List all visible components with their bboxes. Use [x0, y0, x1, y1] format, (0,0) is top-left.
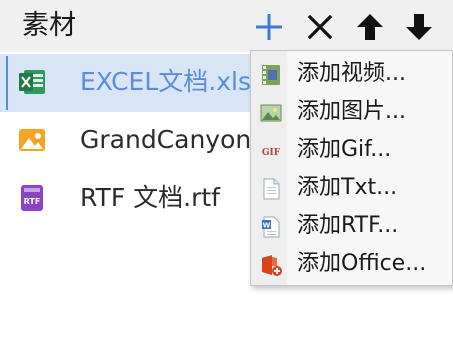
menu-item-label: 添加Office... [297, 251, 427, 276]
remove-button[interactable] [305, 12, 335, 42]
arrow-up-icon [357, 14, 383, 40]
material-panel: 素材 EXCEL文档.xlsx GrandCanyon RTF RTF 文档.r… [0, 0, 453, 351]
rtf-file-icon: RTF [21, 185, 43, 211]
file-name: RTF 文档.rtf [80, 183, 220, 212]
menu-item-label: 添加图片... [297, 99, 406, 124]
video-icon [262, 65, 280, 85]
office-icon [262, 255, 282, 276]
add-dropdown-menu: 添加视频... 添加图片... GIF 添加Gif... 添加Txt... W … [250, 50, 453, 286]
menu-item-add-video[interactable]: 添加视频... [251, 55, 452, 93]
image-file-icon [19, 129, 45, 151]
panel-title: 素材 [22, 10, 76, 41]
menu-item-label: 添加Gif... [297, 137, 392, 162]
file-name: EXCEL文档.xlsx [80, 67, 266, 96]
menu-item-add-office[interactable]: 添加Office... [251, 245, 452, 283]
svg-text:RTF: RTF [24, 197, 41, 206]
close-icon [307, 14, 333, 40]
file-name: GrandCanyon [80, 125, 252, 154]
move-up-button[interactable] [355, 12, 385, 42]
rtf-document-icon: W [262, 216, 280, 238]
menu-item-label: 添加RTF... [297, 213, 399, 238]
add-button[interactable] [252, 12, 286, 52]
svg-text:GIF: GIF [262, 148, 281, 158]
panel-header: 素材 [0, 0, 453, 52]
menu-item-add-picture[interactable]: 添加图片... [251, 93, 452, 131]
menu-item-label: 添加Txt... [297, 175, 398, 200]
plus-icon [256, 14, 282, 40]
menu-item-add-gif[interactable]: GIF 添加Gif... [251, 131, 452, 169]
gif-icon: GIF [262, 148, 281, 158]
move-down-button[interactable] [404, 12, 434, 42]
picture-icon [260, 104, 282, 122]
menu-item-add-rtf[interactable]: W 添加RTF... [251, 207, 452, 245]
menu-item-label: 添加视频... [297, 61, 406, 86]
arrow-down-icon [406, 14, 432, 40]
excel-file-icon [19, 70, 45, 94]
txt-document-icon [263, 178, 280, 200]
menu-item-add-txt[interactable]: 添加Txt... [251, 169, 452, 207]
svg-text:W: W [263, 222, 271, 230]
